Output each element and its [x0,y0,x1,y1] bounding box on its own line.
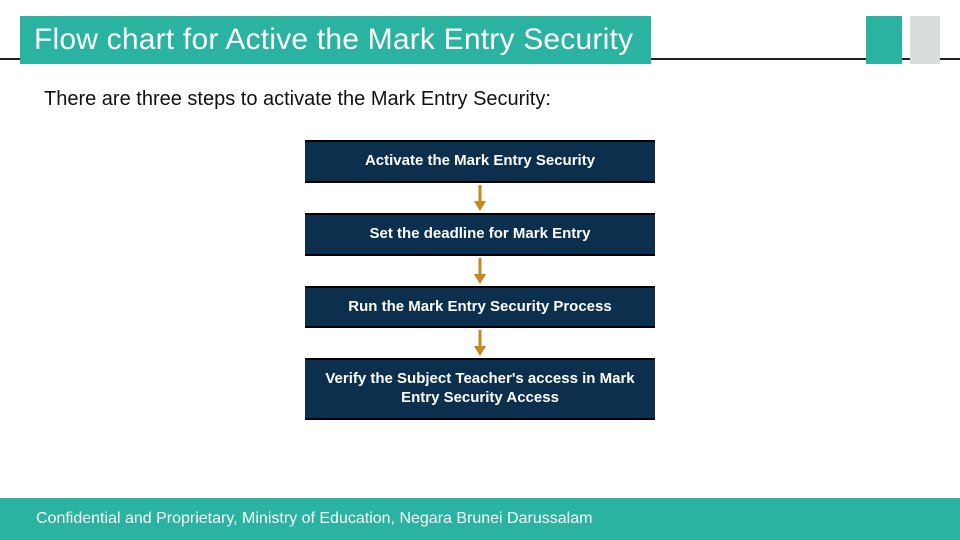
title-banner: Flow chart for Active the Mark Entry Sec… [20,16,651,64]
footer-text: Confidential and Proprietary, Ministry o… [36,510,592,528]
flow-step: Activate the Mark Entry Security [305,140,655,183]
slide: Flow chart for Active the Mark Entry Sec… [0,0,960,540]
flow-chart: Activate the Mark Entry Security Set the… [0,140,960,420]
flow-step: Run the Mark Entry Security Process [305,286,655,329]
arrow-down-icon [472,256,488,286]
title-decor-gray [910,16,940,64]
slide-title: Flow chart for Active the Mark Entry Sec… [34,23,633,57]
arrow-down-icon [472,328,488,358]
title-decor-teal [866,16,902,64]
flow-step: Set the deadline for Mark Entry [305,213,655,256]
title-bar: Flow chart for Active the Mark Entry Sec… [0,12,960,64]
arrow-down-icon [472,183,488,213]
footer-bar: Confidential and Proprietary, Ministry o… [0,498,960,540]
subtitle: There are three steps to activate the Ma… [44,88,551,111]
flow-step: Verify the Subject Teacher's access in M… [305,358,655,420]
